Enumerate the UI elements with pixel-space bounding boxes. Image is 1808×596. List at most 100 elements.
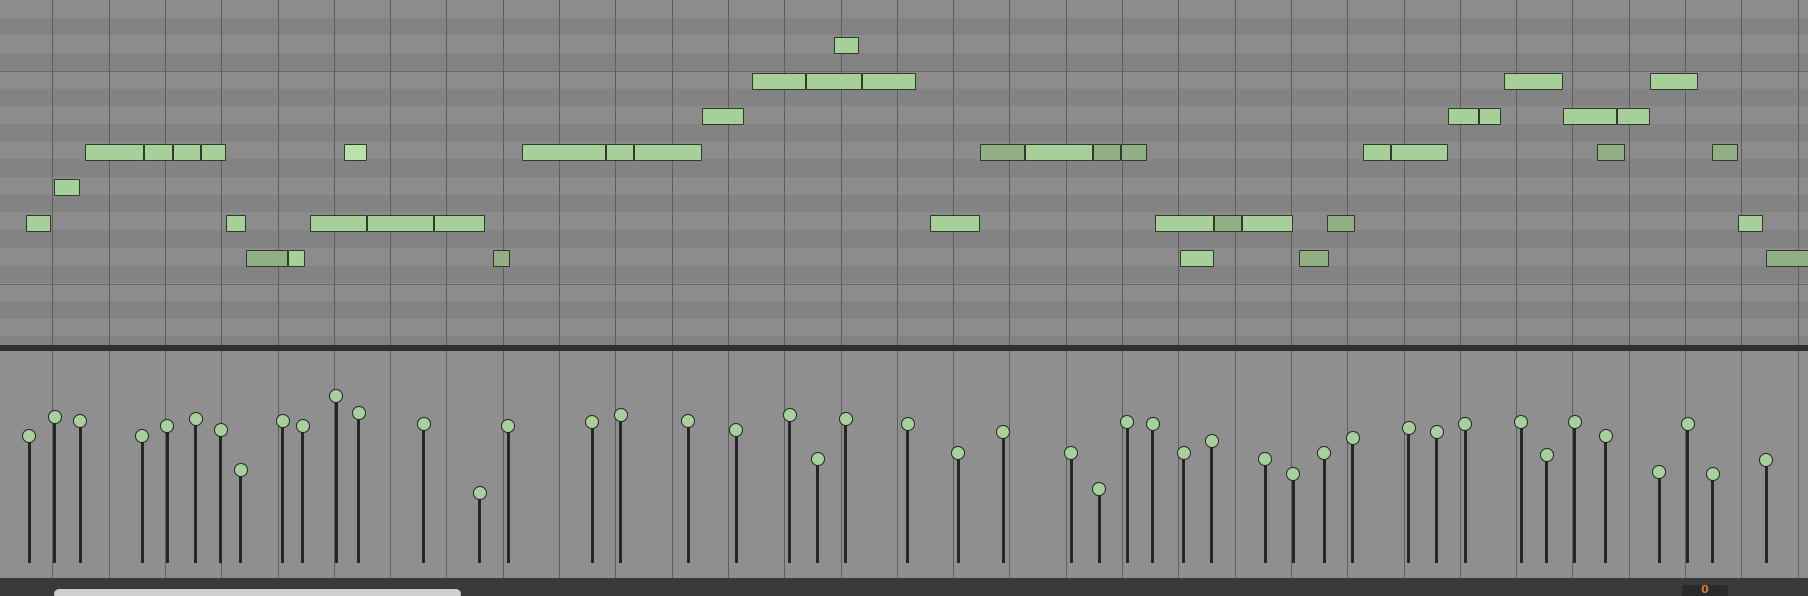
velocity-handle[interactable]	[951, 445, 966, 460]
velocity-handle[interactable]	[501, 419, 515, 434]
midi-note[interactable]	[1765, 250, 1808, 267]
midi-note[interactable]	[1154, 214, 1215, 232]
velocity-stem	[906, 424, 910, 563]
velocity-handle[interactable]	[1286, 466, 1301, 481]
velocity-handle[interactable]	[213, 423, 228, 437]
velocity-handle[interactable]	[585, 415, 600, 430]
midi-note[interactable]	[434, 214, 485, 232]
velocity-handle[interactable]	[1567, 415, 1582, 430]
velocity-handle[interactable]	[1092, 481, 1107, 496]
velocity-lane[interactable]	[0, 351, 1808, 578]
velocity-handle[interactable]	[1458, 417, 1473, 432]
midi-note[interactable]	[1712, 143, 1738, 161]
velocity-handle[interactable]	[135, 428, 150, 443]
velocity-handle[interactable]	[329, 388, 344, 403]
beat-line	[559, 0, 560, 345]
midi-note[interactable]	[1326, 214, 1355, 232]
velocity-handle[interactable]	[1258, 451, 1273, 466]
velocity-handle[interactable]	[613, 407, 628, 422]
velocity-handle[interactable]	[1705, 466, 1720, 481]
midi-note[interactable]	[929, 214, 981, 232]
velocity-handle[interactable]	[1176, 445, 1191, 460]
velocity-handle[interactable]	[1204, 434, 1219, 449]
velocity-stem	[1435, 431, 1439, 563]
velocity-handle[interactable]	[900, 417, 915, 432]
midi-note[interactable]	[1616, 108, 1651, 125]
midi-note[interactable]	[54, 179, 80, 196]
velocity-handle[interactable]	[1317, 445, 1332, 460]
beat-line	[728, 0, 729, 345]
velocity-handle[interactable]	[681, 413, 696, 428]
midi-note[interactable]	[1447, 108, 1479, 125]
corner-widget[interactable]: 0	[1682, 583, 1728, 596]
midi-note[interactable]	[1737, 214, 1763, 232]
velocity-handle[interactable]	[416, 417, 431, 432]
midi-note[interactable]	[200, 143, 226, 161]
midi-note[interactable]	[344, 143, 367, 161]
midi-note[interactable]	[701, 108, 744, 125]
velocity-handle[interactable]	[188, 411, 203, 426]
midi-note[interactable]	[245, 250, 288, 267]
midi-note[interactable]	[172, 143, 201, 161]
midi-note[interactable]	[634, 143, 702, 161]
velocity-handle[interactable]	[1345, 430, 1360, 445]
midi-note[interactable]	[1478, 108, 1502, 125]
velocity-handle[interactable]	[22, 428, 37, 443]
midi-note[interactable]	[310, 214, 367, 232]
midi-note[interactable]	[752, 72, 806, 90]
midi-note[interactable]	[1391, 143, 1448, 161]
velocity-handle[interactable]	[1680, 417, 1695, 432]
midi-note[interactable]	[1298, 250, 1330, 267]
velocity-handle[interactable]	[275, 413, 290, 428]
beat-line	[1516, 0, 1517, 345]
velocity-handle[interactable]	[73, 413, 88, 428]
midi-note[interactable]	[1504, 72, 1564, 90]
midi-note[interactable]	[1180, 250, 1215, 267]
horizontal-scrollbar-thumb[interactable]	[54, 589, 461, 596]
midi-note[interactable]	[1596, 143, 1626, 161]
midi-note[interactable]	[1242, 214, 1293, 232]
velocity-handle[interactable]	[1120, 415, 1135, 430]
velocity-handle[interactable]	[47, 409, 62, 424]
midi-note[interactable]	[85, 143, 145, 161]
midi-note[interactable]	[26, 214, 52, 232]
midi-note[interactable]	[1121, 143, 1147, 161]
midi-note[interactable]	[521, 143, 607, 161]
velocity-handle[interactable]	[1429, 424, 1444, 439]
midi-note[interactable]	[493, 250, 511, 267]
midi-note[interactable]	[366, 214, 435, 232]
velocity-handle[interactable]	[782, 407, 797, 422]
midi-note[interactable]	[862, 72, 916, 90]
velocity-handle[interactable]	[472, 485, 487, 500]
velocity-handle[interactable]	[160, 419, 175, 434]
velocity-handle[interactable]	[351, 405, 366, 420]
note-grid[interactable]	[0, 0, 1808, 345]
velocity-handle[interactable]	[1598, 428, 1613, 443]
midi-note[interactable]	[1214, 214, 1243, 232]
velocity-handle[interactable]	[1759, 453, 1774, 468]
midi-note[interactable]	[834, 37, 860, 54]
velocity-handle[interactable]	[1401, 421, 1416, 436]
velocity-handle[interactable]	[295, 419, 310, 434]
midi-note[interactable]	[144, 143, 173, 161]
midi-note[interactable]	[1093, 143, 1122, 161]
velocity-handle[interactable]	[729, 423, 744, 437]
midi-note[interactable]	[980, 143, 1026, 161]
midi-note[interactable]	[287, 250, 305, 267]
velocity-handle[interactable]	[1145, 417, 1160, 432]
midi-note[interactable]	[1650, 72, 1699, 90]
velocity-handle[interactable]	[1064, 445, 1078, 460]
velocity-handle[interactable]	[1514, 415, 1529, 430]
velocity-handle[interactable]	[1652, 464, 1667, 479]
velocity-handle[interactable]	[810, 451, 825, 466]
midi-note[interactable]	[1563, 108, 1617, 125]
midi-note[interactable]	[1025, 143, 1094, 161]
midi-note[interactable]	[805, 72, 863, 90]
midi-note[interactable]	[606, 143, 635, 161]
velocity-handle[interactable]	[838, 411, 853, 426]
midi-note[interactable]	[226, 214, 246, 232]
velocity-handle[interactable]	[233, 462, 248, 477]
velocity-handle[interactable]	[1539, 447, 1554, 462]
beat-line	[559, 351, 560, 578]
midi-note[interactable]	[1363, 143, 1392, 161]
